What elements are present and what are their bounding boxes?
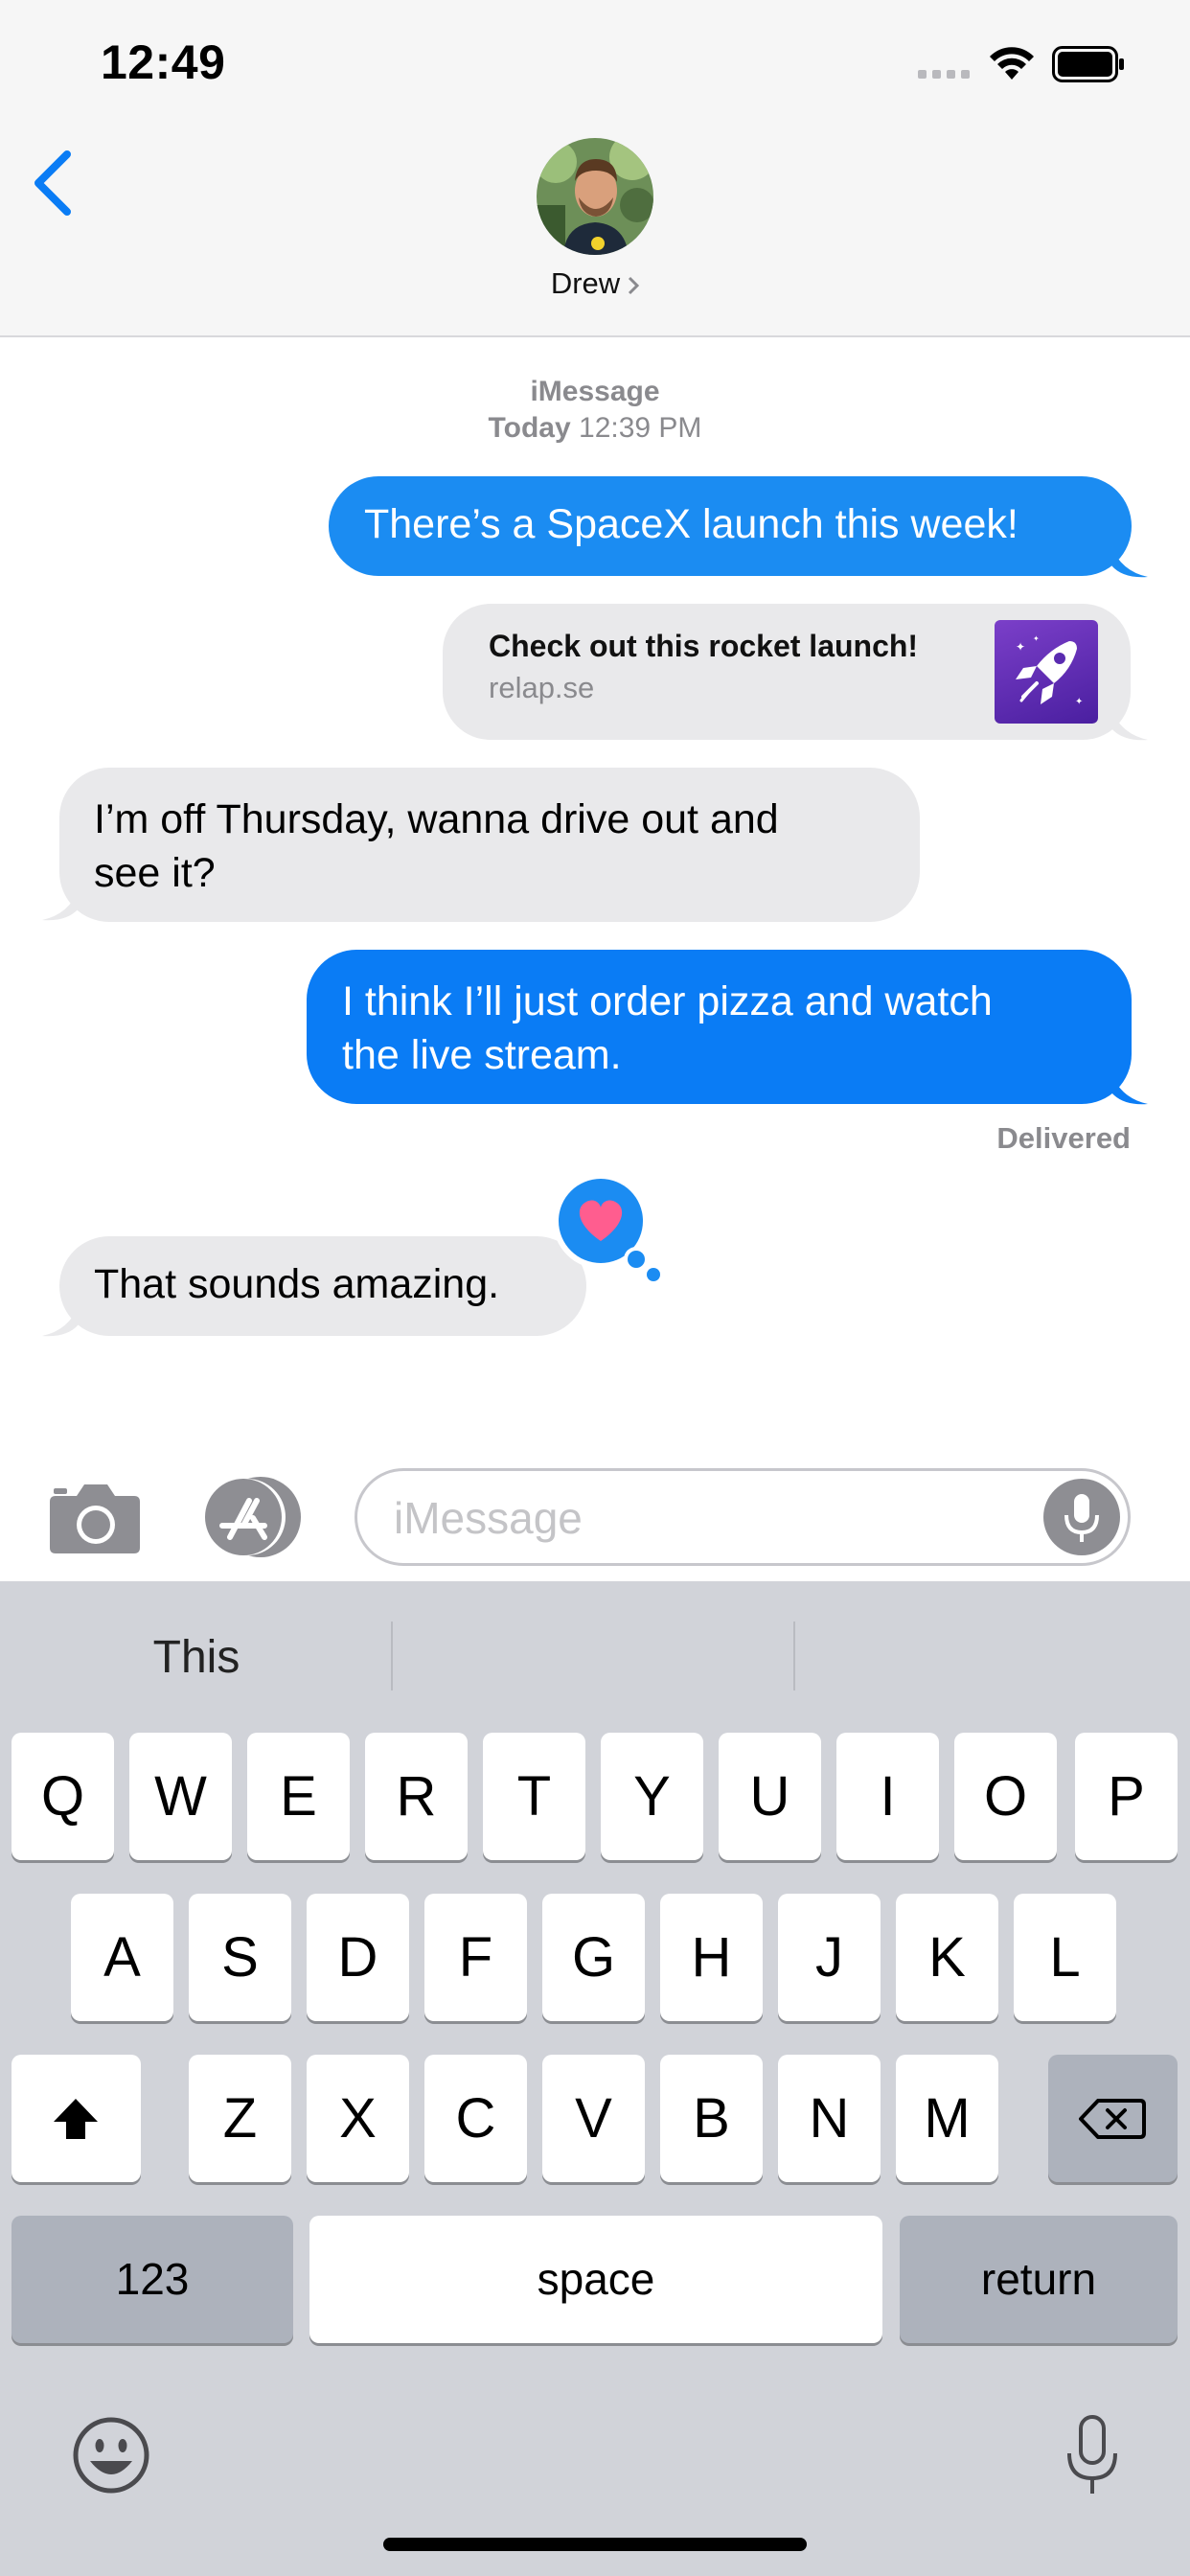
message-text-line: I’m off Thursday, wanna drive out and [94, 796, 779, 842]
message-text: That sounds amazing. [94, 1261, 500, 1307]
contact-name-button[interactable]: Drew [0, 266, 1190, 301]
key-d[interactable]: D [307, 1894, 409, 2021]
key-u[interactable]: U [719, 1733, 821, 1860]
message-input-field[interactable] [355, 1468, 1131, 1566]
key-t[interactable]: T [483, 1733, 585, 1860]
bubble-tail [42, 889, 79, 921]
sent-message-bubble[interactable]: There’s a SpaceX launch this week! [329, 476, 1132, 576]
bubble-tail [1111, 546, 1148, 578]
received-message-bubble[interactable]: I’m off Thursday, wanna drive out and se… [59, 768, 920, 922]
key-h[interactable]: H [660, 1894, 763, 2021]
key-c[interactable]: C [424, 2055, 527, 2182]
shift-arrow-icon [54, 2099, 98, 2139]
timestamp-time: 12:39 PM [579, 412, 702, 444]
key-e[interactable]: E [247, 1733, 350, 1860]
key-s[interactable]: S [189, 1894, 291, 2021]
conversation-header: 12:49 Drew [0, 0, 1190, 337]
key-w[interactable]: W [129, 1733, 232, 1860]
link-title: Check out this rocket launch! [489, 629, 919, 663]
app-store-icon[interactable] [201, 1476, 307, 1558]
svg-text:✦: ✦ [1016, 640, 1025, 654]
backspace-icon [1079, 2099, 1146, 2139]
message-text: There’s a SpaceX launch this week! [364, 501, 1018, 547]
camera-icon[interactable] [48, 1481, 142, 1555]
link-domain: relap.se [489, 671, 595, 704]
bubble-tail [1111, 1073, 1148, 1105]
back-chevron-icon[interactable] [29, 149, 77, 218]
shift-key[interactable] [11, 2055, 141, 2182]
timestamp-day: Today [488, 412, 571, 444]
bubble-tail [42, 1305, 79, 1337]
sent-message-bubble[interactable]: I think I’ll just order pizza and watch … [307, 950, 1132, 1104]
keyboard: This Q W E R T Y U I O P A S D F G H J K… [0, 1581, 1190, 2576]
suggestion-1[interactable]: This [0, 1581, 393, 1735]
status-time: 12:49 [101, 35, 226, 89]
suggestion-3[interactable] [795, 1581, 1190, 1735]
delete-key[interactable] [1048, 2055, 1178, 2182]
message-timestamp: Today 12:39 PM [0, 412, 1190, 445]
delivery-status: Delivered [996, 1121, 1131, 1155]
key-r[interactable]: R [365, 1733, 468, 1860]
numbers-key[interactable]: 123 [11, 2216, 293, 2343]
key-l[interactable]: L [1014, 1894, 1116, 2021]
key-z[interactable]: Z [189, 2055, 291, 2182]
chevron-right-icon [629, 276, 640, 294]
key-k[interactable]: K [896, 1894, 998, 2021]
key-y[interactable]: Y [601, 1733, 703, 1860]
bubble-tail [1111, 709, 1148, 741]
key-i[interactable]: I [836, 1733, 939, 1860]
return-key[interactable]: return [900, 2216, 1178, 2343]
dictation-button[interactable] [1043, 1479, 1120, 1555]
key-f[interactable]: F [424, 1894, 527, 2021]
wifi-icon [990, 47, 1034, 80]
key-n[interactable]: N [778, 2055, 881, 2182]
heart-tapback-icon[interactable] [548, 1171, 667, 1284]
link-thumbnail: ✦ ✦ ✦ [995, 620, 1098, 724]
message-text-line: I think I’ll just order pizza and watch [342, 978, 993, 1024]
key-g[interactable]: G [542, 1894, 645, 2021]
contact-name: Drew [550, 266, 621, 300]
received-message-bubble[interactable]: That sounds amazing. [59, 1236, 586, 1336]
key-q[interactable]: Q [11, 1733, 114, 1860]
key-j[interactable]: J [778, 1894, 881, 2021]
contact-avatar[interactable] [537, 138, 653, 255]
emoji-icon[interactable] [71, 2415, 151, 2496]
message-text-line: the live stream. [342, 1032, 622, 1078]
dictation-mic-icon[interactable] [1062, 2411, 1123, 2499]
message-text-line: see it? [94, 850, 216, 896]
key-x[interactable]: X [307, 2055, 409, 2182]
home-indicator[interactable] [383, 2538, 807, 2551]
message-input[interactable] [392, 1486, 1009, 1550]
rocket-icon: ✦ ✦ ✦ [1016, 634, 1083, 707]
cellular-signal-icon [918, 70, 970, 79]
service-label: iMessage [530, 376, 660, 407]
space-key[interactable]: space [309, 2216, 882, 2343]
key-m[interactable]: M [896, 2055, 998, 2182]
microphone-icon [1064, 1494, 1099, 1542]
svg-text:✦: ✦ [1033, 634, 1040, 643]
key-b[interactable]: B [660, 2055, 763, 2182]
key-a[interactable]: A [71, 1894, 173, 2021]
predictive-text-bar: This [0, 1581, 1190, 1735]
suggestion-2[interactable] [393, 1581, 795, 1735]
svg-text:✦: ✦ [1075, 697, 1083, 707]
link-preview-card[interactable]: Check out this rocket launch! relap.se ✦… [443, 604, 1131, 740]
key-p[interactable]: P [1075, 1733, 1178, 1860]
key-v[interactable]: V [542, 2055, 645, 2182]
battery-icon [1052, 46, 1124, 82]
key-o[interactable]: O [954, 1733, 1057, 1860]
